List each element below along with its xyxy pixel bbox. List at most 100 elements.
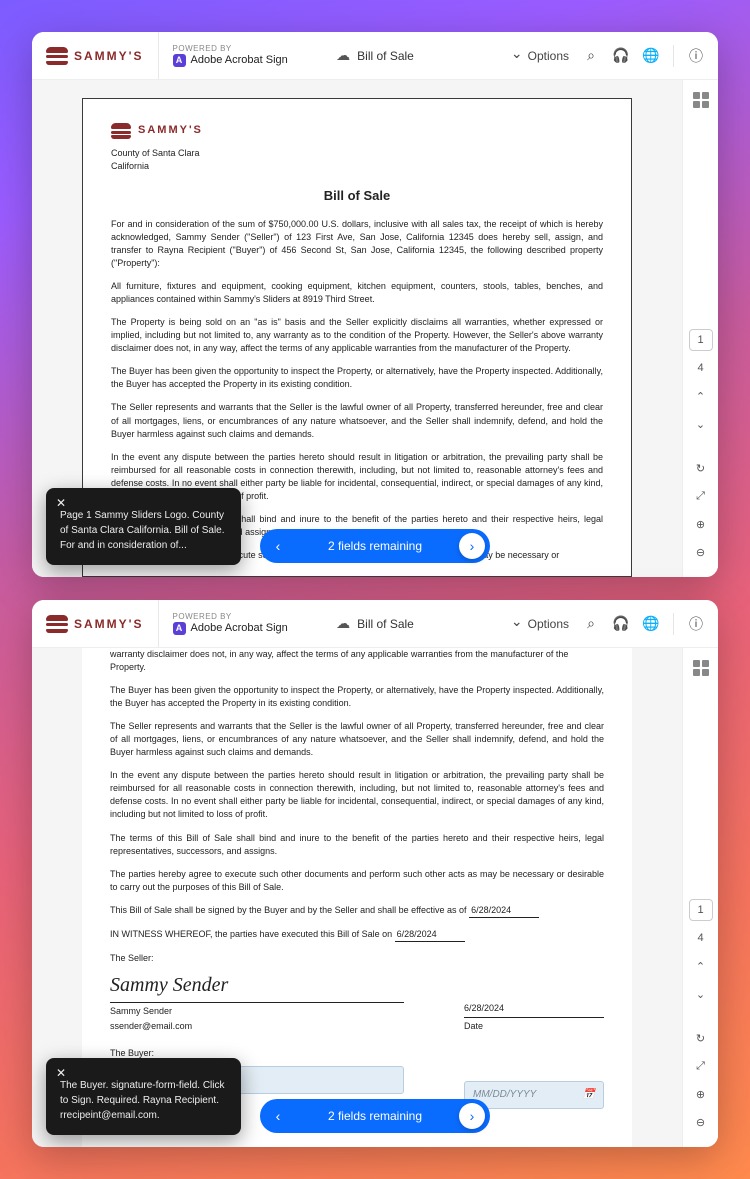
headphones-icon[interactable]: 🎧	[613, 48, 629, 64]
zoom-in-icon[interactable]: ⊕	[689, 1083, 713, 1105]
app-window-top: SAMMY'S POWERED BY A Adobe Acrobat Sign …	[32, 32, 718, 577]
seller-sig-col: Sammy Sender Sammy Sender ssender@email.…	[110, 971, 404, 1033]
cloud-icon	[336, 47, 350, 64]
info-icon[interactable]: ⓘ	[688, 616, 704, 632]
doc-p1: For and in consideration of the sum of $…	[111, 218, 603, 270]
powered-by-product: A Adobe Acrobat Sign	[173, 622, 288, 635]
search-icon[interactable]: ⌕	[583, 616, 599, 632]
progress-label: 2 fields remaining	[328, 539, 422, 553]
page-total: 4	[689, 357, 713, 379]
seller-label: The Seller:	[110, 952, 604, 965]
prev-field-button[interactable]: ‹	[265, 533, 291, 559]
progress-label: 2 fields remaining	[328, 1109, 422, 1123]
options-dropdown[interactable]: Options	[511, 615, 569, 632]
brand-name: SAMMY'S	[74, 617, 144, 631]
search-icon[interactable]: ⌕	[583, 48, 599, 64]
doc-p2: All furniture, fixtures and equipment, c…	[111, 280, 603, 306]
seller-email: ssender@email.com	[110, 1020, 404, 1033]
adobe-icon: A	[173, 622, 186, 635]
doc-p3-tail: warranty disclaimer does not, in any way…	[110, 648, 604, 674]
header-right-tools: Options ⌕ 🎧 🌐 ⓘ	[511, 613, 704, 635]
powered-by-product-name: Adobe Acrobat Sign	[191, 54, 288, 67]
thumbnail-grid-icon[interactable]	[693, 660, 709, 676]
zoom-in-icon[interactable]: ⊕	[689, 513, 713, 535]
fit-width-icon[interactable]: ⤢	[689, 485, 713, 507]
doc-p6: In the event any dispute between the par…	[110, 769, 604, 821]
doc-p4: The Buyer has been given the opportunity…	[111, 365, 603, 391]
adobe-icon: A	[173, 54, 186, 67]
brand-block: SAMMY'S	[46, 600, 159, 647]
page-up-icon[interactable]: ⌃	[689, 955, 713, 977]
doc-title-text: Bill of Sale	[357, 49, 414, 63]
right-rail: 1 4 ⌃ ⌄ ↻ ⤢ ⊕ ⊖	[682, 648, 718, 1147]
brand-name: SAMMY'S	[74, 49, 144, 63]
powered-by-product: A Adobe Acrobat Sign	[173, 54, 288, 67]
options-dropdown[interactable]: Options	[511, 47, 569, 64]
header-right-tools: Options ⌕ 🎧 🌐 ⓘ	[511, 45, 704, 67]
seller-signature-row: Sammy Sender Sammy Sender ssender@email.…	[110, 971, 604, 1033]
calendar-icon: 📅	[583, 1088, 595, 1103]
prev-field-button[interactable]: ‹	[265, 1103, 291, 1129]
page-down-icon[interactable]: ⌄	[689, 413, 713, 435]
doc-p4: The Buyer has been given the opportunity…	[110, 684, 604, 710]
cloud-icon	[336, 615, 350, 632]
seller-signature: Sammy Sender	[110, 971, 404, 1003]
options-label: Options	[528, 49, 569, 63]
date-placeholder: MM/DD/YYYY	[473, 1088, 536, 1103]
headphones-icon[interactable]: 🎧	[613, 616, 629, 632]
zoom-out-icon[interactable]: ⊖	[689, 1111, 713, 1133]
seller-date-label: Date	[464, 1020, 604, 1033]
page-up-icon[interactable]: ⌃	[689, 385, 713, 407]
page-current[interactable]: 1	[689, 329, 713, 351]
doc-state: California	[111, 160, 603, 173]
tooltip-close-icon[interactable]: ✕	[56, 1064, 66, 1082]
seller-date: 6/28/2024	[464, 998, 604, 1018]
brand-logo-icon	[46, 615, 68, 633]
powered-by-label: POWERED BY	[173, 612, 288, 622]
next-field-button[interactable]: ›	[459, 1103, 485, 1129]
powered-by-block: POWERED BY A Adobe Acrobat Sign	[159, 44, 288, 67]
seller-date-col: 6/28/2024 Date	[464, 998, 604, 1033]
thumbnail-grid-icon[interactable]	[693, 92, 709, 108]
options-label: Options	[528, 617, 569, 631]
tooltip-message: The Buyer. signature-form-field. Click t…	[60, 1078, 227, 1123]
accessibility-tooltip: ✕ The Buyer. signature-form-field. Click…	[46, 1058, 241, 1135]
seller-name: Sammy Sender	[110, 1005, 404, 1018]
doc-heading: Bill of Sale	[111, 187, 603, 206]
zoom-out-icon[interactable]: ⊖	[689, 541, 713, 563]
divider	[673, 613, 674, 635]
chevron-down-icon	[511, 47, 523, 64]
doc-p10: IN WITNESS WHEREOF, the parties have exe…	[110, 928, 604, 942]
page-current[interactable]: 1	[689, 899, 713, 921]
powered-by-product-name: Adobe Acrobat Sign	[191, 622, 288, 635]
page-down-icon[interactable]: ⌄	[689, 983, 713, 1005]
doc-logo: SAMMY'S	[111, 123, 603, 139]
right-rail: 1 4 ⌃ ⌄ ↻ ⤢ ⊕ ⊖	[682, 80, 718, 577]
doc-p7: The terms of this Bill of Sale shall bin…	[110, 832, 604, 858]
doc-logo-icon	[111, 123, 131, 139]
doc-logo-text: SAMMY'S	[138, 123, 203, 139]
app-header: SAMMY'S POWERED BY A Adobe Acrobat Sign …	[32, 600, 718, 648]
tooltip-message: Page 1 Sammy Sliders Logo. County of San…	[60, 508, 227, 553]
powered-by-label: POWERED BY	[173, 44, 288, 54]
fit-width-icon[interactable]: ⤢	[689, 1055, 713, 1077]
globe-icon[interactable]: 🌐	[643, 616, 659, 632]
doc-p3: The Property is being sold on an "as is"…	[111, 316, 603, 355]
chevron-down-icon	[511, 615, 523, 632]
info-icon[interactable]: ⓘ	[688, 48, 704, 64]
refresh-icon[interactable]: ↻	[689, 457, 713, 479]
refresh-icon[interactable]: ↻	[689, 1027, 713, 1049]
accessibility-tooltip: ✕ Page 1 Sammy Sliders Logo. County of S…	[46, 488, 241, 565]
doc-title-center: Bill of Sale	[336, 615, 414, 632]
doc-p5: The Seller represents and warrants that …	[111, 401, 603, 440]
progress-pill: ‹ 2 fields remaining ›	[260, 1099, 490, 1133]
next-field-button[interactable]: ›	[459, 533, 485, 559]
doc-title-center: Bill of Sale	[336, 47, 414, 64]
divider	[673, 45, 674, 67]
app-header: SAMMY'S POWERED BY A Adobe Acrobat Sign …	[32, 32, 718, 80]
globe-icon[interactable]: 🌐	[643, 48, 659, 64]
app-window-bottom: SAMMY'S POWERED BY A Adobe Acrobat Sign …	[32, 600, 718, 1147]
brand-block: SAMMY'S	[46, 32, 159, 79]
tooltip-close-icon[interactable]: ✕	[56, 494, 66, 512]
doc-p8: The parties hereby agree to execute such…	[110, 868, 604, 894]
